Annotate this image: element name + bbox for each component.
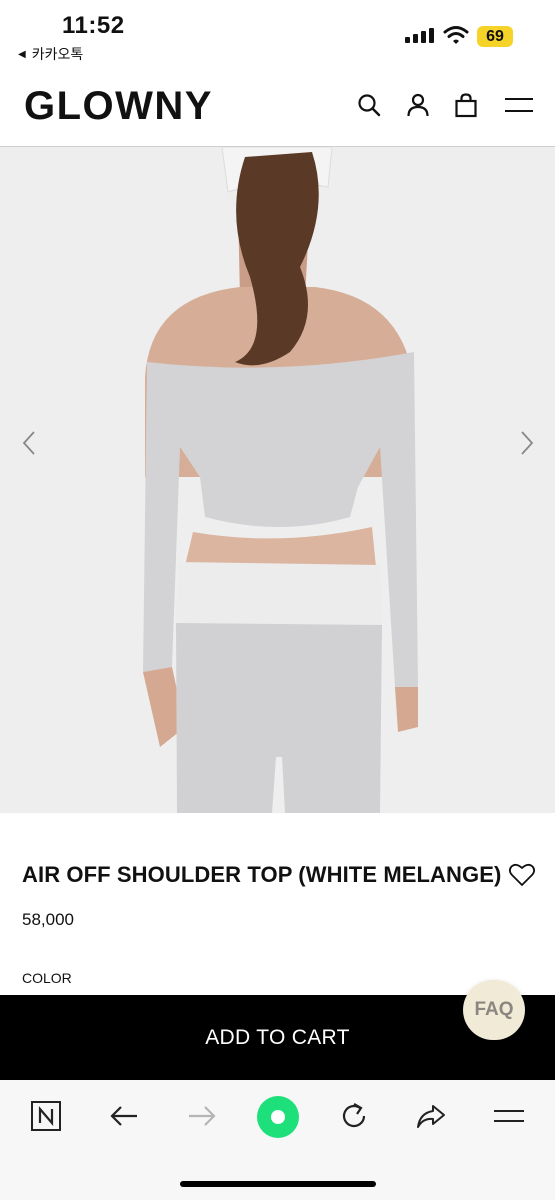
- back-triangle-icon: ◀: [18, 48, 26, 60]
- battery-indicator: 69: [477, 26, 513, 47]
- model-photo: [0, 147, 555, 813]
- share-icon[interactable]: [415, 1100, 447, 1132]
- faq-button[interactable]: FAQ: [463, 980, 525, 1040]
- color-label: COLOR: [22, 970, 72, 986]
- back-to-app-link[interactable]: ◀ 카카오톡: [18, 44, 83, 64]
- hamburger-menu-icon[interactable]: [504, 92, 534, 118]
- back-app-label: 카카오톡: [31, 46, 84, 62]
- wishlist-heart-icon[interactable]: [508, 862, 536, 888]
- status-time: 11:52: [62, 12, 125, 39]
- user-icon[interactable]: [405, 92, 431, 118]
- green-home-icon[interactable]: [256, 1095, 300, 1139]
- product-title: AIR OFF SHOULDER TOP (WHITE MELANGE): [22, 862, 502, 887]
- gallery-next-arrow-icon[interactable]: [516, 428, 536, 458]
- bag-icon[interactable]: [453, 92, 479, 118]
- wifi-icon: [443, 26, 469, 44]
- gallery-prev-arrow-icon[interactable]: [20, 428, 40, 458]
- home-indicator: [180, 1181, 376, 1187]
- search-icon[interactable]: [356, 92, 382, 118]
- product-price: 58,000: [22, 910, 74, 929]
- brand-logo[interactable]: GLOWNY: [24, 84, 213, 129]
- reload-icon[interactable]: [338, 1100, 370, 1132]
- signal-icon: [405, 28, 434, 43]
- product-image[interactable]: [0, 147, 555, 813]
- naver-icon[interactable]: [30, 1100, 62, 1132]
- back-arrow-icon[interactable]: [108, 1100, 140, 1132]
- browser-menu-icon[interactable]: [493, 1100, 525, 1132]
- forward-arrow-icon: [189, 1106, 216, 1126]
